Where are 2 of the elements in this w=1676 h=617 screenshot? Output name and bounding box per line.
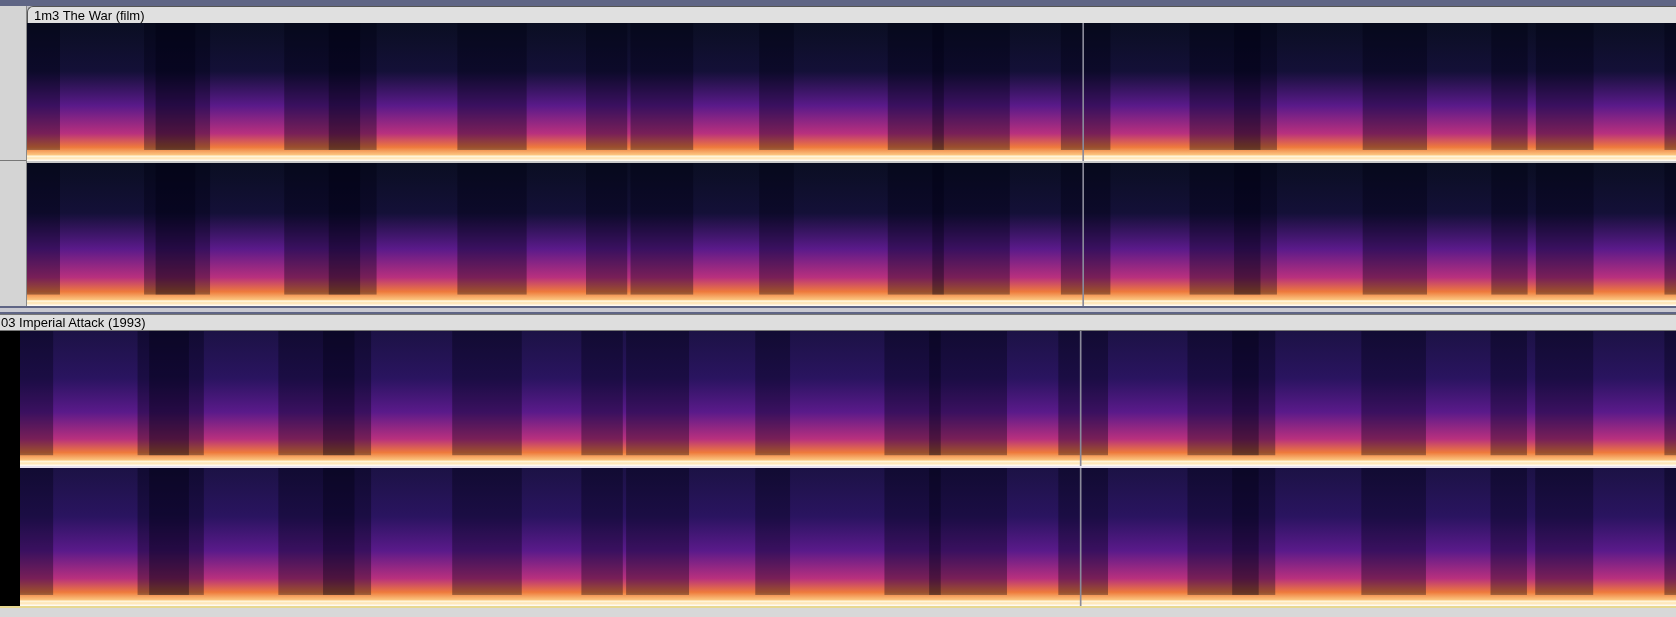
track-name: 1m3 The War (film) (34, 8, 145, 22)
track-name: 03 Imperial Attack (1993) (1, 316, 146, 329)
